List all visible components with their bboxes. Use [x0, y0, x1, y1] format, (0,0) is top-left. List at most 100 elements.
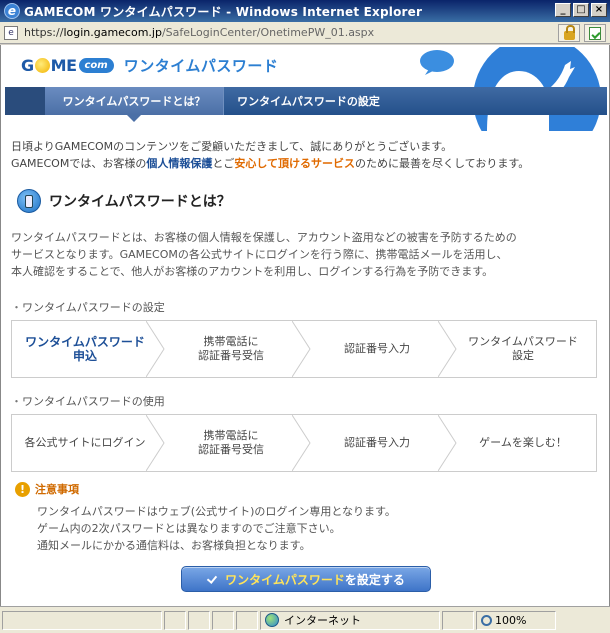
intro-line-1: 日頃よりGAMECOMのコンテンツをご愛顧いただきまして、誠にありがとうございま… — [11, 140, 453, 153]
security-lock-button[interactable] — [558, 24, 580, 42]
status-cell — [164, 610, 186, 630]
use-flow-label-text: ワンタイムパスワードの使用 — [22, 395, 165, 408]
globe-icon — [265, 613, 279, 627]
gamecom-logo[interactable]: G ME com ワンタイムパスワード — [21, 55, 278, 76]
cta-label-highlight: ワンタイムパスワード — [225, 572, 345, 587]
address-bar[interactable]: e https://login.gamecom.jp/SafeLoginCent… — [0, 22, 610, 44]
close-button[interactable]: × — [591, 3, 607, 17]
step-line: ゲームを楽しむ！ — [479, 436, 567, 449]
window-titlebar: e GAMECOM ワンタイムパスワード - Windows Internet … — [0, 0, 610, 22]
intro-text-a: GAMECOMでは、お客様の — [11, 157, 147, 170]
desc-line-1: ワンタイムパスワードとは、お客様の個人情報を保護し、アカウント盗用などの被害を予… — [11, 231, 517, 244]
maximize-button[interactable]: □ — [573, 3, 589, 17]
step-line: ワンタイムパスワード — [25, 335, 145, 349]
step-line: 認証番号入力 — [344, 436, 410, 449]
step-line: 携帯電話に — [203, 335, 259, 348]
step-line: 認証番号入力 — [344, 342, 410, 355]
desc-line-2: サービスとなります。GAMECOMの各公式サイトにログインを行う際に、携帯電話メ… — [11, 248, 508, 261]
step-line: 申込 — [72, 349, 97, 363]
zoom-level: 100% — [495, 613, 527, 627]
chevron-right-icon — [438, 321, 458, 377]
zone-label: インターネット — [284, 614, 361, 627]
step-line: 各公式サイトにログイン — [24, 436, 146, 449]
intro-highlight-privacy: 個人情報保護 — [146, 157, 213, 170]
logo-coin-icon — [34, 58, 50, 73]
intro-text-c: とご — [212, 157, 235, 170]
use-step-receive-code: 携帯電話に 認証番号受信 — [158, 415, 311, 471]
main-nav: ワンタイムパスワードとは？ ワンタイムパスワードの設定 — [5, 87, 607, 122]
window-title: GAMECOM ワンタイムパスワード - Windows Internet Ex… — [24, 4, 423, 19]
logo-letter-g: G — [21, 56, 34, 75]
chevron-right-icon — [292, 415, 312, 471]
minimize-button[interactable]: _ — [555, 3, 571, 17]
step-line: 認証番号受信 — [198, 349, 264, 362]
zoom-icon — [481, 614, 492, 626]
tab-about-onetime-password[interactable]: ワンタイムパスワードとは？ — [45, 87, 223, 122]
protected-mode-cell[interactable] — [442, 610, 474, 630]
certificate-icon — [589, 26, 601, 40]
setup-step-complete: ワンタイムパスワード 設定 — [450, 321, 596, 377]
speech-cloud-icon — [420, 50, 454, 75]
status-cell — [212, 610, 234, 630]
check-icon — [207, 573, 219, 585]
section-heading: ワンタイムパスワードとは？ — [17, 189, 231, 213]
chevron-right-icon — [292, 321, 312, 377]
desc-line-3: 本人確認をすることで、他人がお客様のアカウントを利用し、ログインする行為を予防で… — [11, 265, 494, 278]
window-controls: _ □ × — [555, 3, 607, 17]
notice-heading: ! 注意事項 — [15, 481, 79, 497]
service-name: ワンタイムパスワード — [123, 57, 279, 75]
setup-step-apply: ワンタイムパスワード 申込 — [12, 321, 165, 377]
use-step-enjoy-game: ゲームを楽しむ！ — [450, 415, 596, 471]
tab-onetime-password-setup[interactable]: ワンタイムパスワードの設定 — [223, 87, 393, 115]
zoom-control[interactable]: 100% — [476, 610, 556, 630]
status-bar: インターネット 100% — [0, 606, 610, 633]
intro-line-2: GAMECOMでは、お客様の個人情報保護とご安心して頂けるサービスのために最善を… — [11, 155, 601, 172]
warning-icon: ! — [15, 481, 30, 497]
step-line: ワンタイムパスワード — [468, 335, 578, 348]
setup-step-enter-code: 認証番号入力 — [304, 321, 457, 377]
intro-highlight-service: 安心して頂けるサービス — [234, 157, 355, 170]
use-step-enter-code: 認証番号入力 — [304, 415, 457, 471]
status-text-cell — [2, 610, 162, 630]
notice-item: ワンタイムパスワードはウェブ(公式サイト)のログイン専用となります。 — [37, 505, 396, 518]
logo-com-badge: com — [78, 58, 114, 73]
status-cell — [188, 610, 210, 630]
use-flow: 各公式サイトにログイン 携帯電話に 認証番号受信 認証番号入力 ゲームを楽しむ！ — [11, 414, 597, 472]
intro-text-e: のために最善を尽くしております。 — [355, 157, 530, 170]
lock-icon — [563, 24, 575, 40]
certificate-button[interactable] — [584, 24, 606, 42]
cta-label-text: を設定する — [344, 572, 405, 587]
step-line: 携帯電話に — [203, 429, 259, 442]
step-line: 認証番号受信 — [198, 443, 264, 456]
url-host: login.gamecom.jp — [63, 26, 162, 39]
section-title: ワンタイムパスワードとは？ — [49, 194, 231, 210]
step-line: 設定 — [512, 349, 534, 362]
setup-flow: ワンタイムパスワード 申込 携帯電話に 認証番号受信 認証番号入力 ワンタイムパスワ… — [11, 320, 597, 378]
ie-icon: e — [4, 3, 20, 19]
chevron-right-icon — [146, 321, 166, 377]
intro-text: 日頃よりGAMECOMのコンテンツをご愛顧いただきまして、誠にありがとうございま… — [11, 138, 601, 172]
notice-list: ワンタイムパスワードはウェブ(公式サイト)のログイン専用となります。 ゲーム内の… — [37, 503, 396, 554]
chevron-right-icon — [438, 415, 458, 471]
section-description: ワンタイムパスワードとは、お客様の個人情報を保護し、アカウント盗用などの被害を予… — [11, 229, 601, 280]
logo-letters-me: ME — [50, 56, 77, 75]
url-path: /SafeLoginCenter/OnetimePW_01.aspx — [161, 26, 375, 39]
chevron-right-icon — [146, 415, 166, 471]
notice-item: 通知メールにかかる通信料は、お客様負担となります。 — [37, 539, 311, 552]
use-flow-label: ワンタイムパスワードの使用 — [11, 393, 165, 409]
use-step-login: 各公式サイトにログイン — [12, 415, 165, 471]
mobile-phone-icon — [17, 189, 41, 213]
status-cell — [236, 610, 258, 630]
notice-item: ゲーム内の2次パスワードとは異なりますのでご注意下さい。 — [37, 522, 341, 535]
setup-flow-label-text: ワンタイムパスワードの設定 — [22, 301, 165, 314]
page-viewport: G ME com ワンタイムパスワード ワンタイムパスワードとは？ ワンタイムパ… — [0, 45, 610, 606]
setup-step-receive-code: 携帯電話に 認証番号受信 — [158, 321, 311, 377]
setup-flow-label: ワンタイムパスワードの設定 — [11, 299, 165, 315]
nav-lead-spacer — [5, 87, 45, 115]
notice-title: 注意事項 — [35, 483, 79, 496]
address-url[interactable]: https://login.gamecom.jp/SafeLoginCenter… — [24, 26, 374, 39]
page-icon: e — [4, 25, 18, 40]
security-zone[interactable]: インターネット — [260, 610, 440, 630]
setup-onetime-password-button[interactable]: ワンタイムパスワード を設定する — [181, 566, 431, 592]
url-scheme: https:// — [24, 26, 64, 39]
